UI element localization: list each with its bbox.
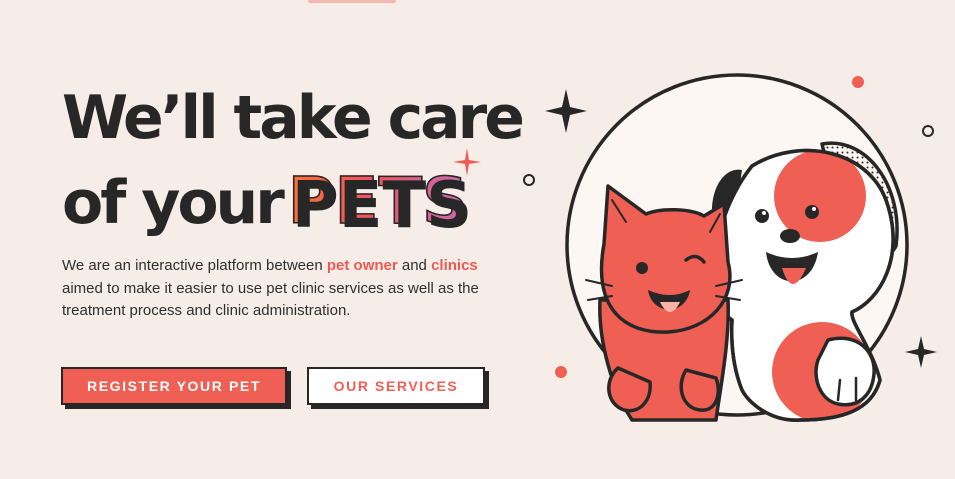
register-pet-button[interactable]: REGISTER YOUR PET xyxy=(61,367,287,405)
dog-paw xyxy=(814,336,876,407)
hero-description: We are an interactive platform between p… xyxy=(62,255,492,323)
ring-icon xyxy=(523,174,535,186)
sparkle-icon xyxy=(453,148,481,176)
dot-icon xyxy=(555,366,567,378)
cat-dog-illustration xyxy=(523,73,937,422)
our-services-button[interactable]: OUR SERVICES xyxy=(307,367,485,405)
cat-eye xyxy=(636,262,648,274)
cat-paw xyxy=(679,368,721,412)
description-text: aimed to make it easier to use pet clini… xyxy=(62,279,479,320)
dog-eye xyxy=(805,205,819,219)
sparkle-icon xyxy=(545,89,587,133)
pet-owner-highlight: pet owner xyxy=(326,257,398,274)
dot-icon xyxy=(852,76,864,88)
headline-prefix: of your xyxy=(62,168,285,238)
clinics-highlight: clinics xyxy=(431,257,478,274)
headline-pets-highlight: PETS xyxy=(287,164,469,240)
ring-icon xyxy=(922,125,934,137)
description-text: We are an interactive platform between xyxy=(62,257,327,274)
description-text: and xyxy=(397,257,432,274)
dog-nose xyxy=(780,229,800,243)
top-accent-bar xyxy=(308,0,396,3)
sparkle-icon xyxy=(905,336,937,368)
dog-eye xyxy=(755,209,769,223)
